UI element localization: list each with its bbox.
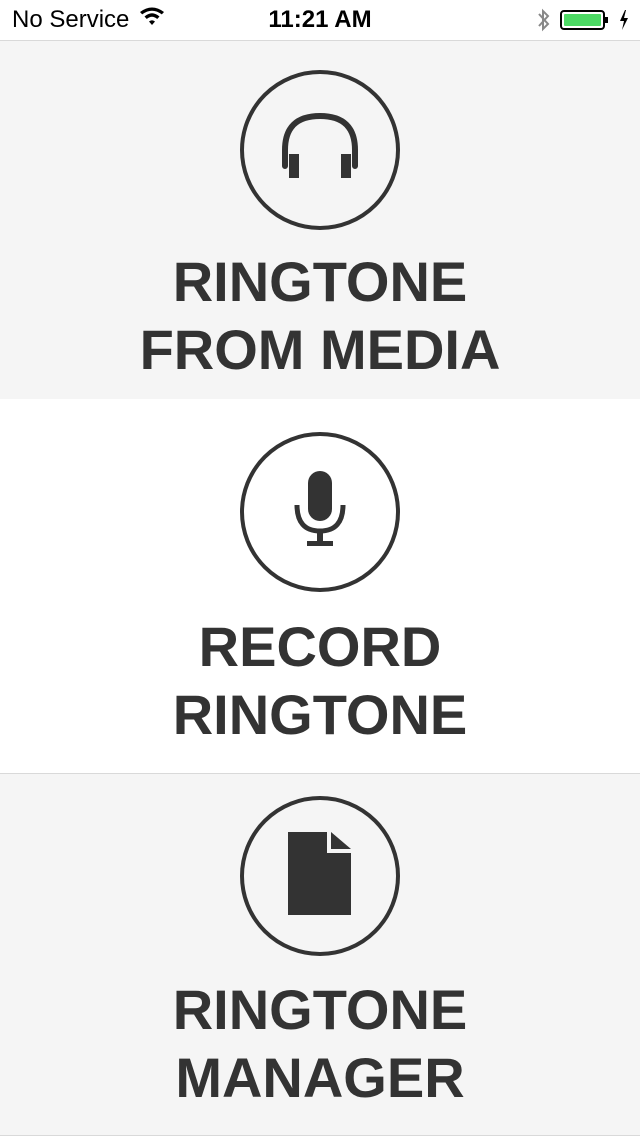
document-circle — [240, 796, 400, 956]
ringtone-from-media-label: RINGTONE FROM MEDIA — [0, 248, 640, 384]
ringtone-from-media-button[interactable]: RINGTONE FROM MEDIA — [0, 40, 640, 400]
label-line-2: MANAGER — [175, 1046, 465, 1109]
ringtone-manager-label: RINGTONE MANAGER — [0, 976, 640, 1112]
bluetooth-icon — [536, 7, 552, 38]
document-icon — [285, 829, 355, 924]
record-ringtone-button[interactable]: RECORD RINGTONE — [0, 399, 640, 773]
label-line-1: RINGTONE — [172, 250, 468, 313]
status-right — [536, 7, 630, 38]
label-line-2: RINGTONE — [172, 683, 468, 746]
microphone-circle — [240, 432, 400, 592]
label-line-1: RINGTONE — [172, 978, 468, 1041]
ringtone-manager-button[interactable]: RINGTONE MANAGER — [0, 773, 640, 1136]
headphones-circle — [240, 70, 400, 230]
battery-icon — [560, 9, 610, 36]
status-bar: No Service 11:21 AM — [0, 0, 640, 40]
label-line-2: FROM MEDIA — [139, 318, 501, 381]
headphones-icon — [275, 108, 365, 193]
record-ringtone-label: RECORD RINGTONE — [0, 613, 640, 749]
label-line-1: RECORD — [198, 615, 442, 678]
microphone-icon — [285, 465, 355, 560]
charging-icon — [618, 9, 630, 36]
